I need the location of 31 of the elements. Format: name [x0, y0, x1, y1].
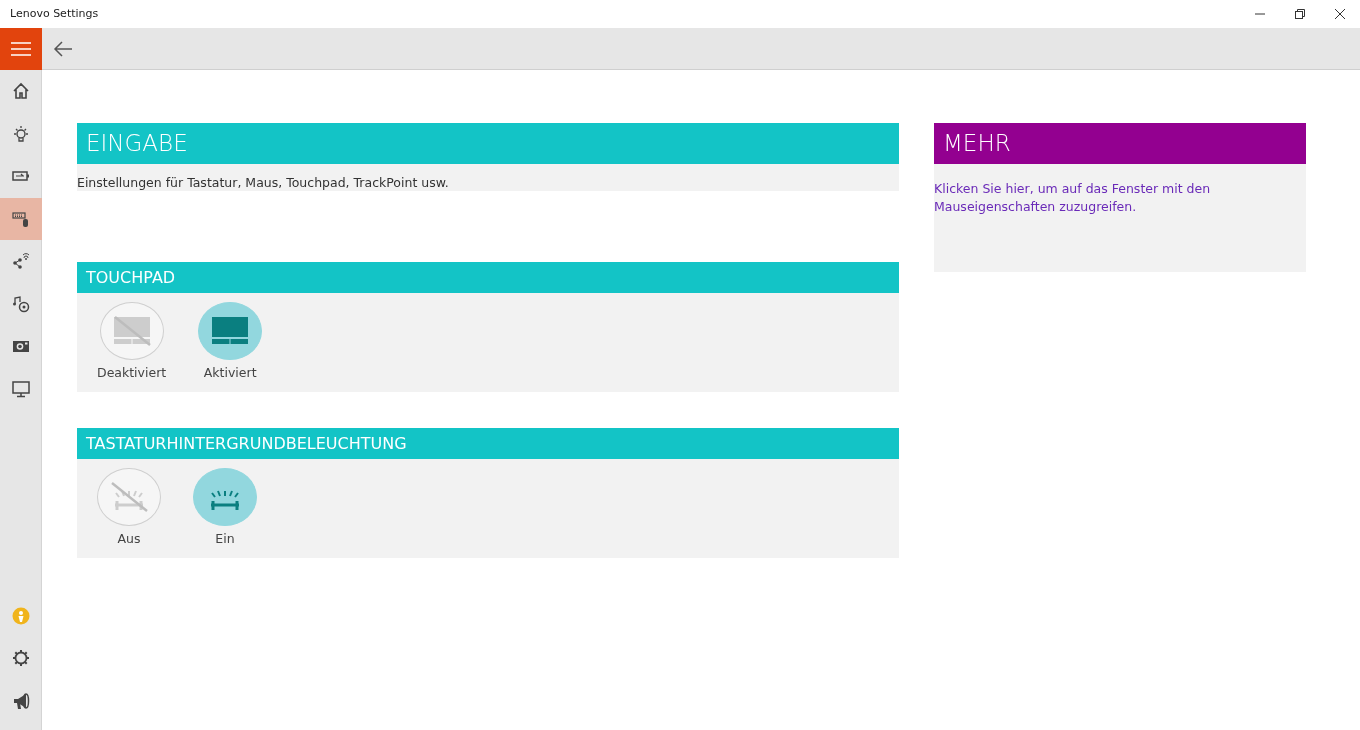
section-title: TOUCHPAD	[77, 262, 899, 293]
music-film-icon	[12, 294, 30, 313]
section-title: TASTATURHINTERGRUNDBELEUCHTUNG	[77, 428, 899, 459]
sidebar-item[interactable]	[0, 197, 42, 240]
option-button[interactable]: Aktiviert	[198, 302, 263, 383]
settings-icon	[12, 649, 30, 668]
option-button[interactable]: Deaktiviert	[97, 302, 167, 383]
option-label: Ein	[215, 530, 235, 549]
description: Einstellungen für Tastatur, Maus, Touchpad, TrackPoint usw.	[77, 164, 899, 191]
panel-title: MEHR	[934, 123, 1306, 164]
option-label: Aus	[117, 530, 141, 549]
page-title: EINGABE	[77, 123, 899, 164]
bulb-icon	[12, 124, 30, 143]
menu-button[interactable]	[0, 28, 42, 70]
option-button[interactable]: Ein	[193, 468, 257, 549]
option-label: Deaktiviert	[97, 364, 167, 383]
option-label: Aktiviert	[203, 364, 257, 383]
monitor-icon	[12, 379, 30, 398]
keyboard-light-crossed-icon	[109, 481, 149, 514]
megaphone-icon	[12, 691, 30, 710]
menu-icon	[11, 42, 31, 56]
badge-icon	[12, 606, 30, 625]
home-icon	[12, 82, 30, 101]
restore-icon	[1295, 9, 1305, 19]
keyboard-mouse-icon	[12, 209, 30, 228]
close-icon	[1335, 9, 1345, 19]
back-arrow-icon	[53, 40, 73, 57]
window-title: Lenovo Settings	[9, 5, 100, 22]
touchpad-crossed-icon	[111, 315, 152, 348]
option-button[interactable]: Aus	[97, 468, 161, 549]
network-icon	[12, 252, 30, 271]
